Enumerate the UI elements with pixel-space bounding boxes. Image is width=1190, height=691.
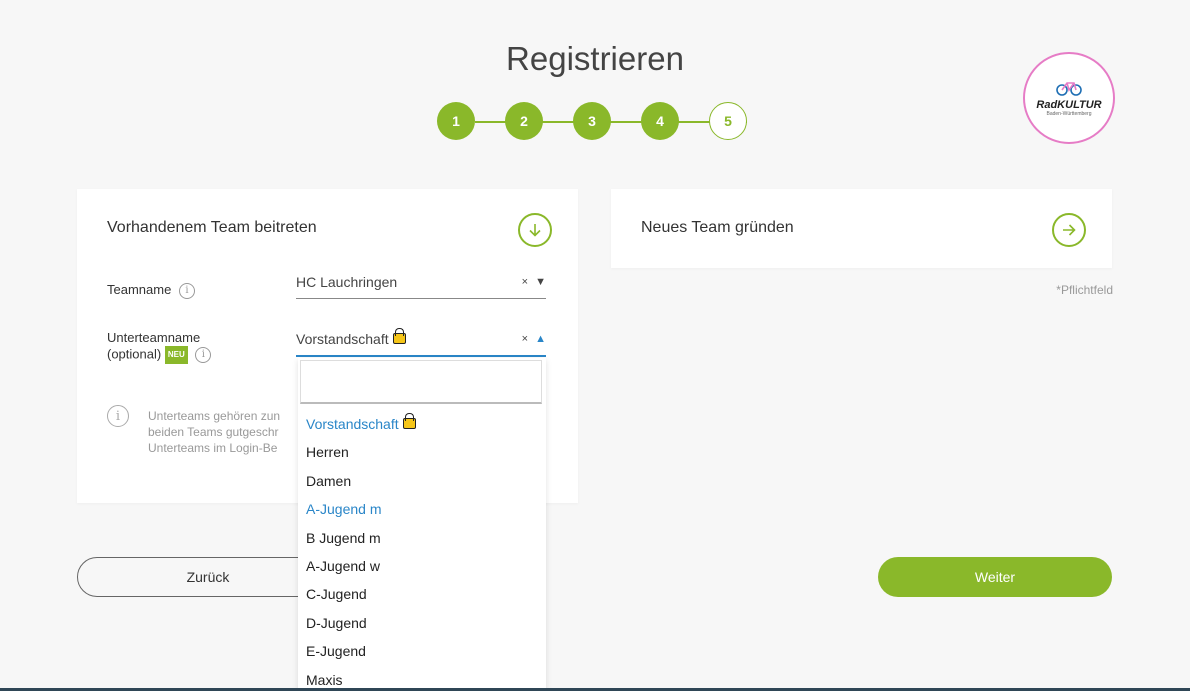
logo-sub-text: Baden-Württemberg — [1046, 110, 1092, 117]
step-1[interactable]: 1 — [437, 102, 475, 140]
subteam-label-line1: Unterteamname — [107, 330, 201, 345]
dropdown-option[interactable]: A-Jugend w — [306, 558, 380, 574]
new-team-card[interactable]: Neues Team gründen — [611, 189, 1112, 268]
step-3[interactable]: 3 — [573, 102, 611, 140]
dropdown-option[interactable]: E-Jugend — [306, 643, 366, 659]
dropdown-option-label: A-Jugend w — [306, 558, 380, 574]
teamname-value: HC Lauchringen — [296, 274, 398, 290]
teamname-select[interactable]: HC Lauchringen × ▼ — [296, 274, 546, 299]
dropdown-option-label: D-Jugend — [306, 614, 367, 631]
page-title: Registrieren — [506, 40, 684, 77]
radkultur-logo: RadKULTUR Baden-Württemberg — [1023, 52, 1115, 144]
arrow-down-icon[interactable] — [518, 213, 552, 247]
dropdown-option-label: B Jugend m — [306, 529, 381, 546]
lock-icon — [402, 413, 416, 429]
subteam-dropdown: Vorstandschaft Herren Damen A-Jugend m B Jug… — [298, 358, 546, 691]
dropdown-option-label: Herren — [306, 444, 349, 461]
dropdown-option[interactable]: A-Jugend m — [306, 501, 381, 517]
dropdown-option-label: E-Jugend — [306, 643, 366, 660]
subteam-label-line2: (optional) — [107, 346, 162, 362]
required-field-note: *Pflichtfeld — [1056, 283, 1113, 297]
dropdown-option-label: Vorstandschaft — [306, 416, 399, 432]
next-button[interactable]: Weiter — [878, 557, 1112, 597]
teamname-controls: × ▼ — [522, 276, 546, 288]
note-line-3: Unterteams im Login-Be — [148, 441, 278, 455]
subteam-select[interactable]: Vorstandschaft × ▲ — [296, 328, 546, 357]
new-team-title: Neues Team gründen — [641, 219, 794, 236]
chevron-down-icon[interactable]: ▼ — [535, 276, 546, 288]
dropdown-option[interactable]: Vorstandschaft — [306, 413, 416, 432]
dropdown-option-label: A-Jugend m — [306, 501, 382, 518]
registration-stepper: 1 2 3 4 5 — [437, 102, 757, 142]
subteam-controls: × ▲ — [522, 333, 546, 345]
teamname-info-icon[interactable]: i — [178, 282, 195, 299]
lock-icon — [392, 328, 406, 344]
dropdown-option[interactable]: Herren — [306, 444, 349, 460]
note-info-icon: i — [107, 405, 129, 427]
dropdown-option-label: C-Jugend — [306, 586, 367, 603]
step-4[interactable]: 4 — [641, 102, 679, 140]
subteam-note: Unterteams gehören zun beiden Teams gutg… — [148, 408, 298, 456]
logo-brand-text: RadKULTUR — [1036, 98, 1102, 111]
teamname-clear-icon[interactable]: × — [522, 276, 528, 288]
subteam-label: Unterteamname (optional) NEU i — [107, 330, 212, 364]
subteam-clear-icon[interactable]: × — [522, 333, 528, 345]
dropdown-option[interactable]: Damen — [306, 473, 351, 489]
step-5: 5 — [709, 102, 747, 140]
teamname-label-text: Teamname — [107, 282, 172, 297]
dropdown-option[interactable]: C-Jugend — [306, 586, 367, 602]
note-line-2: beiden Teams gutgeschr — [148, 425, 279, 439]
dropdown-option[interactable]: Maxis — [306, 672, 343, 688]
dropdown-search-input[interactable] — [300, 360, 542, 404]
bicycle-icon — [1055, 80, 1083, 99]
join-team-title: Vorhandenem Team beitreten — [107, 219, 317, 236]
dropdown-option[interactable]: D-Jugend — [306, 615, 367, 631]
new-badge: NEU — [164, 346, 188, 364]
subteam-value: Vorstandschaft — [296, 328, 406, 347]
dropdown-option-label: Damen — [306, 472, 352, 489]
chevron-up-icon[interactable]: ▲ — [535, 333, 546, 345]
arrow-right-icon[interactable] — [1052, 213, 1086, 247]
subteam-value-text: Vorstandschaft — [296, 331, 389, 347]
dropdown-option[interactable]: B Jugend m — [306, 530, 381, 546]
subteam-info-icon[interactable]: i — [195, 347, 212, 363]
step-2[interactable]: 2 — [505, 102, 543, 140]
teamname-label: Teamname i — [107, 282, 195, 299]
dropdown-option-label: Maxis — [306, 671, 343, 688]
note-line-1: Unterteams gehören zun — [148, 409, 281, 423]
